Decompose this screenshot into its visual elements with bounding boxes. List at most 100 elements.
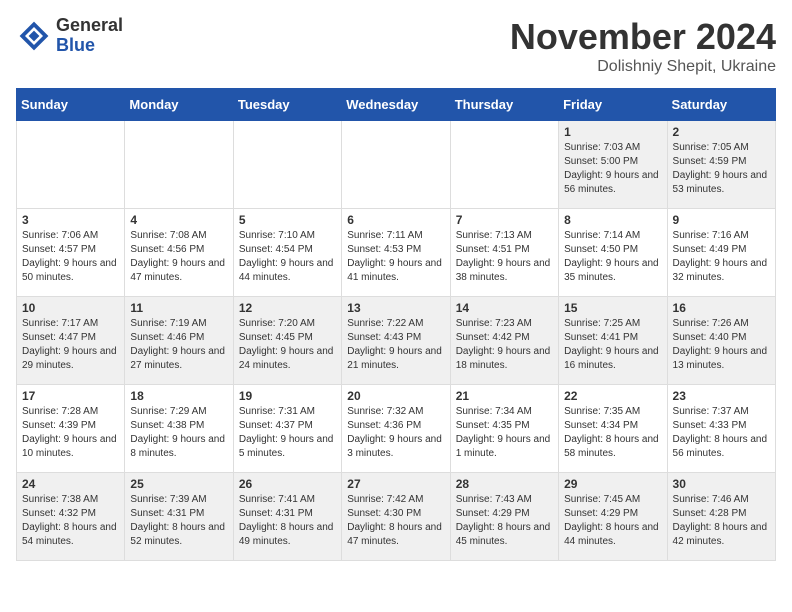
day-info: Sunrise: 7:43 AM Sunset: 4:29 PM Dayligh…	[456, 493, 553, 549]
week-row-1: 3 Sunrise: 7:06 AM Sunset: 4:57 PM Daylig…	[17, 209, 776, 297]
logo-icon	[16, 18, 52, 54]
day-info: Sunrise: 7:42 AM Sunset: 4:30 PM Dayligh…	[347, 493, 444, 549]
day-number: 21	[456, 389, 553, 403]
day-number: 4	[130, 213, 227, 227]
day-info: Sunrise: 7:29 AM Sunset: 4:38 PM Dayligh…	[130, 405, 227, 461]
day-cell: 14 Sunrise: 7:23 AM Sunset: 4:42 PM Dayli…	[450, 297, 558, 385]
day-number: 8	[564, 213, 661, 227]
day-cell: 4 Sunrise: 7:08 AM Sunset: 4:56 PM Daylig…	[125, 209, 233, 297]
day-cell	[233, 121, 341, 209]
day-info: Sunrise: 7:46 AM Sunset: 4:28 PM Dayligh…	[673, 493, 770, 549]
day-cell: 28 Sunrise: 7:43 AM Sunset: 4:29 PM Dayli…	[450, 473, 558, 561]
day-cell: 6 Sunrise: 7:11 AM Sunset: 4:53 PM Daylig…	[342, 209, 450, 297]
week-row-2: 10 Sunrise: 7:17 AM Sunset: 4:47 PM Dayli…	[17, 297, 776, 385]
day-number: 15	[564, 301, 661, 315]
day-info: Sunrise: 7:20 AM Sunset: 4:45 PM Dayligh…	[239, 317, 336, 373]
day-info: Sunrise: 7:22 AM Sunset: 4:43 PM Dayligh…	[347, 317, 444, 373]
day-cell: 3 Sunrise: 7:06 AM Sunset: 4:57 PM Daylig…	[17, 209, 125, 297]
day-cell: 30 Sunrise: 7:46 AM Sunset: 4:28 PM Dayli…	[667, 473, 775, 561]
day-number: 1	[564, 125, 661, 139]
day-number: 7	[456, 213, 553, 227]
day-info: Sunrise: 7:38 AM Sunset: 4:32 PM Dayligh…	[22, 493, 119, 549]
day-info: Sunrise: 7:34 AM Sunset: 4:35 PM Dayligh…	[456, 405, 553, 461]
day-info: Sunrise: 7:23 AM Sunset: 4:42 PM Dayligh…	[456, 317, 553, 373]
day-info: Sunrise: 7:03 AM Sunset: 5:00 PM Dayligh…	[564, 141, 661, 197]
day-cell: 27 Sunrise: 7:42 AM Sunset: 4:30 PM Dayli…	[342, 473, 450, 561]
day-number: 25	[130, 477, 227, 491]
day-cell	[125, 121, 233, 209]
logo-general: General	[56, 16, 123, 36]
day-number: 26	[239, 477, 336, 491]
day-number: 18	[130, 389, 227, 403]
day-info: Sunrise: 7:16 AM Sunset: 4:49 PM Dayligh…	[673, 229, 770, 285]
day-cell: 22Sunrise: 7:35 AM Sunset: 4:34 PM Dayli…	[559, 385, 667, 473]
day-cell: 8 Sunrise: 7:14 AM Sunset: 4:50 PM Daylig…	[559, 209, 667, 297]
day-info: Sunrise: 7:05 AM Sunset: 4:59 PM Dayligh…	[673, 141, 770, 197]
day-number: 5	[239, 213, 336, 227]
day-info: Sunrise: 7:35 AM Sunset: 4:34 PM Dayligh…	[564, 405, 661, 461]
day-number: 6	[347, 213, 444, 227]
day-info: Sunrise: 7:37 AM Sunset: 4:33 PM Dayligh…	[673, 405, 770, 461]
day-info: Sunrise: 7:32 AM Sunset: 4:36 PM Dayligh…	[347, 405, 444, 461]
day-cell: 19 Sunrise: 7:31 AM Sunset: 4:37 PM Dayli…	[233, 385, 341, 473]
day-number: 20	[347, 389, 444, 403]
day-info: Sunrise: 7:10 AM Sunset: 4:54 PM Dayligh…	[239, 229, 336, 285]
day-number: 23	[673, 389, 770, 403]
day-info: Sunrise: 7:28 AM Sunset: 4:39 PM Dayligh…	[22, 405, 119, 461]
day-info: Sunrise: 7:13 AM Sunset: 4:51 PM Dayligh…	[456, 229, 553, 285]
header-friday: Friday	[559, 89, 667, 121]
day-cell: 20 Sunrise: 7:32 AM Sunset: 4:36 PM Dayli…	[342, 385, 450, 473]
day-cell: 7 Sunrise: 7:13 AM Sunset: 4:51 PM Daylig…	[450, 209, 558, 297]
day-number: 19	[239, 389, 336, 403]
header-tuesday: Tuesday	[233, 89, 341, 121]
day-cell: 23 Sunrise: 7:37 AM Sunset: 4:33 PM Dayli…	[667, 385, 775, 473]
logo-blue: Blue	[56, 36, 123, 56]
day-info: Sunrise: 7:17 AM Sunset: 4:47 PM Dayligh…	[22, 317, 119, 373]
subtitle: Dolishniy Shepit, Ukraine	[510, 58, 776, 76]
header-thursday: Thursday	[450, 89, 558, 121]
day-cell: 9Sunrise: 7:16 AM Sunset: 4:49 PM Daylig…	[667, 209, 775, 297]
day-number: 14	[456, 301, 553, 315]
day-info: Sunrise: 7:26 AM Sunset: 4:40 PM Dayligh…	[673, 317, 770, 373]
header-wednesday: Wednesday	[342, 89, 450, 121]
day-cell: 29Sunrise: 7:45 AM Sunset: 4:29 PM Dayli…	[559, 473, 667, 561]
day-info: Sunrise: 7:25 AM Sunset: 4:41 PM Dayligh…	[564, 317, 661, 373]
day-number: 17	[22, 389, 119, 403]
calendar-table: SundayMondayTuesdayWednesdayThursdayFrid…	[16, 88, 776, 561]
day-info: Sunrise: 7:14 AM Sunset: 4:50 PM Dayligh…	[564, 229, 661, 285]
day-number: 24	[22, 477, 119, 491]
week-row-3: 17 Sunrise: 7:28 AM Sunset: 4:39 PM Dayli…	[17, 385, 776, 473]
day-cell: 18 Sunrise: 7:29 AM Sunset: 4:38 PM Dayli…	[125, 385, 233, 473]
week-row-4: 24 Sunrise: 7:38 AM Sunset: 4:32 PM Dayli…	[17, 473, 776, 561]
day-cell: 25 Sunrise: 7:39 AM Sunset: 4:31 PM Dayli…	[125, 473, 233, 561]
day-info: Sunrise: 7:39 AM Sunset: 4:31 PM Dayligh…	[130, 493, 227, 549]
day-cell: 26 Sunrise: 7:41 AM Sunset: 4:31 PM Dayli…	[233, 473, 341, 561]
header: General Blue November 2024 Dolishniy She…	[16, 16, 776, 76]
day-cell: 16Sunrise: 7:26 AM Sunset: 4:40 PM Dayli…	[667, 297, 775, 385]
day-info: Sunrise: 7:41 AM Sunset: 4:31 PM Dayligh…	[239, 493, 336, 549]
day-cell: 13Sunrise: 7:22 AM Sunset: 4:43 PM Dayli…	[342, 297, 450, 385]
day-info: Sunrise: 7:31 AM Sunset: 4:37 PM Dayligh…	[239, 405, 336, 461]
day-number: 10	[22, 301, 119, 315]
day-cell: 1 Sunrise: 7:03 AM Sunset: 5:00 PM Daylig…	[559, 121, 667, 209]
day-number: 2	[673, 125, 770, 139]
header-sunday: Sunday	[17, 89, 125, 121]
day-cell: 11Sunrise: 7:19 AM Sunset: 4:46 PM Dayli…	[125, 297, 233, 385]
title-section: November 2024 Dolishniy Shepit, Ukraine	[510, 16, 776, 76]
day-info: Sunrise: 7:11 AM Sunset: 4:53 PM Dayligh…	[347, 229, 444, 285]
calendar-header-row: SundayMondayTuesdayWednesdayThursdayFrid…	[17, 89, 776, 121]
day-number: 3	[22, 213, 119, 227]
header-saturday: Saturday	[667, 89, 775, 121]
day-cell	[342, 121, 450, 209]
day-info: Sunrise: 7:45 AM Sunset: 4:29 PM Dayligh…	[564, 493, 661, 549]
logo-text: General Blue	[56, 16, 123, 56]
day-number: 30	[673, 477, 770, 491]
day-info: Sunrise: 7:08 AM Sunset: 4:56 PM Dayligh…	[130, 229, 227, 285]
day-cell: 2 Sunrise: 7:05 AM Sunset: 4:59 PM Daylig…	[667, 121, 775, 209]
day-number: 11	[130, 301, 227, 315]
day-cell: 15 Sunrise: 7:25 AM Sunset: 4:41 PM Dayli…	[559, 297, 667, 385]
day-info: Sunrise: 7:06 AM Sunset: 4:57 PM Dayligh…	[22, 229, 119, 285]
day-number: 27	[347, 477, 444, 491]
week-row-0: 1 Sunrise: 7:03 AM Sunset: 5:00 PM Daylig…	[17, 121, 776, 209]
day-number: 28	[456, 477, 553, 491]
